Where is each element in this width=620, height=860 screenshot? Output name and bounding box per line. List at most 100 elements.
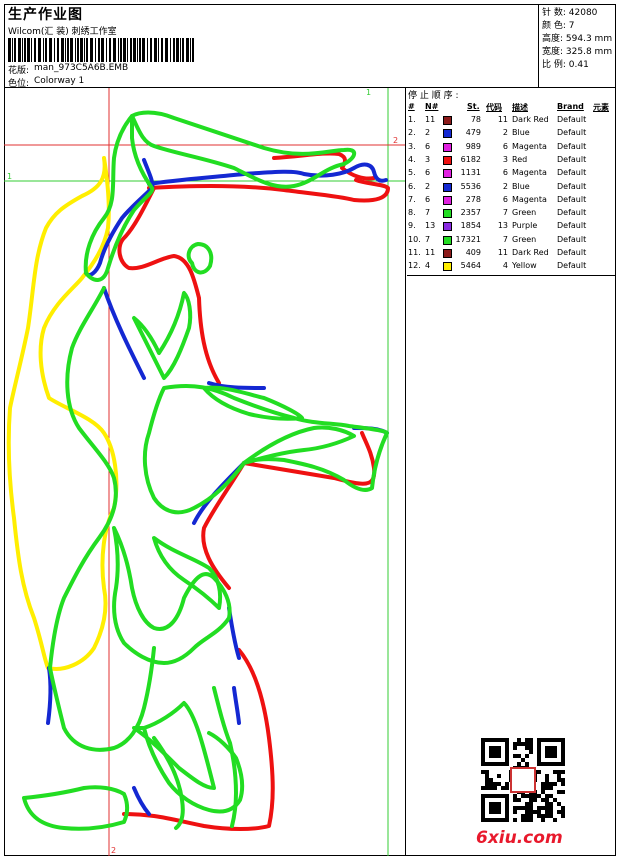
- qr-module: [561, 810, 565, 814]
- row-description: Green: [512, 234, 537, 244]
- red-outline-upper: [117, 186, 221, 385]
- row-code: 6: [502, 194, 508, 204]
- col-header-code: 代码: [486, 103, 502, 112]
- yellow-outline: [6, 156, 119, 671]
- barcode-bar: [65, 38, 66, 62]
- width-row: 宽度: 325.8 mm: [542, 47, 613, 57]
- barcode-bar: [8, 38, 11, 62]
- qr-module: [517, 738, 521, 742]
- color-swatch: [443, 142, 452, 152]
- qr-module: [513, 742, 517, 746]
- row-brand: Default: [557, 208, 587, 218]
- qr-module: [545, 798, 549, 802]
- qr-module: [489, 782, 493, 786]
- qr-module: [557, 802, 561, 806]
- qr-module: [549, 786, 553, 790]
- color-swatch: [443, 235, 452, 245]
- col-header-num: #: [408, 102, 415, 111]
- height-value: 594.3 mm: [565, 34, 613, 44]
- qr-module: [529, 750, 533, 754]
- qr-module: [545, 782, 549, 786]
- qr-module: [505, 782, 509, 786]
- row-brand: Default: [557, 154, 587, 164]
- barcode-bar: [139, 38, 141, 62]
- qr-module: [529, 806, 533, 810]
- barcode-bar: [113, 38, 116, 62]
- qr-module: [525, 806, 529, 810]
- qr-module: [525, 802, 529, 806]
- barcode-bar: [95, 38, 96, 62]
- qr-module: [501, 786, 505, 790]
- qr-module: [489, 778, 493, 782]
- color-count-row: 颜 色: 7: [542, 21, 575, 31]
- qr-module: [521, 806, 525, 810]
- qr-module: [549, 802, 553, 806]
- qr-module: [549, 806, 553, 810]
- row-brand: Default: [557, 141, 587, 151]
- row-description: Purple: [512, 221, 538, 231]
- studio-name: Wilcom(汇 装) 刺绣工作室: [8, 27, 117, 37]
- qr-module: [521, 818, 525, 822]
- barcode-bar: [90, 38, 93, 62]
- qr-module: [557, 810, 561, 814]
- width-value: 325.8 mm: [565, 47, 613, 57]
- scale-row: 比 例: 0.41: [542, 60, 589, 70]
- qr-module: [549, 814, 553, 818]
- barcode-bar: [154, 38, 157, 62]
- qr-module: [545, 794, 549, 798]
- barcode-bar: [86, 38, 88, 62]
- barcode-bar: [98, 38, 100, 62]
- qr-module: [513, 754, 517, 758]
- barcode-bar: [43, 38, 44, 62]
- barcode-bar: [133, 38, 136, 62]
- qr-module: [525, 810, 529, 814]
- qr-module: [541, 798, 545, 802]
- barcode-bar: [165, 38, 168, 62]
- qr-module: [497, 782, 501, 786]
- qr-code-image: [481, 738, 565, 822]
- guide-label-h2: 2: [393, 136, 399, 145]
- embroidery-design-canvas[interactable]: 1 1 2 2: [4, 88, 406, 856]
- col-header-st: St.: [467, 102, 480, 111]
- row-code: 3: [502, 154, 508, 164]
- qr-module: [553, 782, 557, 786]
- qr-module: [561, 782, 565, 786]
- qr-module: [529, 742, 533, 746]
- row-description: Magenta: [512, 141, 547, 151]
- qr-module: [545, 810, 549, 814]
- row-code: 7: [502, 208, 508, 218]
- color-swatch: [443, 169, 452, 179]
- row-brand: Default: [557, 261, 587, 271]
- barcode-bar: [84, 38, 85, 62]
- qr-module: [525, 742, 529, 746]
- qr-module: [557, 790, 561, 794]
- qr-module: [525, 738, 529, 742]
- qr-module: [529, 738, 533, 742]
- color-swatch: [443, 182, 452, 192]
- row-code: 6: [502, 141, 508, 151]
- col-header-desc: 描述: [512, 103, 528, 112]
- green-figure-shape-right-leg: [212, 686, 238, 828]
- barcode-bar: [127, 38, 128, 62]
- barcode-bar: [54, 38, 55, 62]
- row-brand: Default: [557, 115, 587, 124]
- qr-module: [485, 782, 489, 786]
- qr-module: [525, 794, 529, 798]
- sheet-title: 生产作业图: [8, 7, 83, 23]
- qr-module: [561, 806, 565, 810]
- color-swatch: [443, 129, 452, 139]
- qr-module: [525, 762, 529, 766]
- design-file-label: 花版:: [8, 66, 30, 76]
- barcode-bar: [14, 38, 16, 62]
- qr-module: [545, 802, 549, 806]
- qr-module: [529, 814, 533, 818]
- qr-module: [557, 770, 561, 774]
- design-info-panel: 针 数: 42080 颜 色: 7 高度: 594.3 mm 宽度: 325.8…: [539, 4, 616, 88]
- row-description: Red: [512, 154, 528, 164]
- qr-module: [529, 798, 533, 802]
- qr-module: [521, 794, 525, 798]
- barcode-bar: [31, 38, 32, 62]
- row-code: 13: [497, 221, 508, 231]
- barcode-bar: [158, 38, 159, 62]
- row-description: Magenta: [512, 194, 547, 204]
